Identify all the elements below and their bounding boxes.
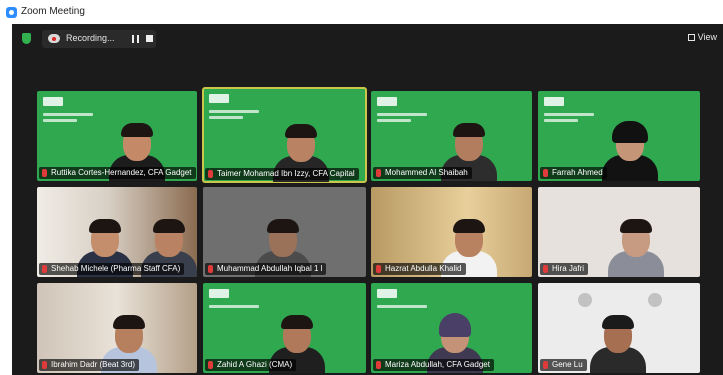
slide-logo — [209, 94, 229, 103]
participant-name: Taimer Mohamad Ibn Izzy, CFA Capital — [205, 168, 359, 180]
slide-text-line — [544, 119, 578, 122]
mic-muted-icon — [376, 361, 381, 369]
slide-logo — [377, 97, 397, 106]
participant-name: Mariza Abdullah, CFA Gadget — [373, 359, 494, 371]
meeting-topbar: Recording... View — [12, 24, 723, 54]
window-title: Zoom Meeting — [21, 6, 85, 17]
stop-recording-button[interactable] — [146, 35, 153, 42]
participant-name: Shehab Michele (Pharma Staff CFA) — [39, 263, 185, 275]
shield-icon[interactable] — [22, 33, 31, 44]
mic-muted-icon — [543, 265, 548, 273]
slide-text-line — [544, 113, 594, 116]
video-tile[interactable]: Farrah Ahmed — [538, 91, 700, 181]
participant-name: Mohammed Al Shaibah — [373, 167, 472, 179]
video-tile[interactable]: Ruttika Cortes-Hernandez, CFA Gadget — [37, 91, 197, 181]
mic-muted-icon — [42, 169, 47, 177]
slide-logo — [43, 97, 63, 106]
view-button[interactable]: View — [687, 32, 717, 42]
meeting-area: Recording... View Ruttika Cortes-Hernand… — [12, 24, 723, 375]
slide-text-line — [209, 305, 259, 308]
view-label: View — [697, 32, 717, 42]
grid-icon — [687, 34, 695, 41]
video-tile[interactable]: Taimer Mohamad Ibn Izzy, CFA Capital — [202, 87, 367, 183]
participant-video — [602, 121, 658, 181]
video-tile[interactable]: Muhammad Abdullah Iqbal 1 l — [203, 187, 366, 277]
slide-logo — [544, 97, 564, 106]
participant-name: Ibrahim Dadr (Beat 3rd) — [39, 359, 140, 371]
mic-muted-icon — [42, 265, 47, 273]
participant-video — [608, 213, 664, 277]
slide-text-line — [377, 305, 427, 308]
slide-text-line — [377, 113, 427, 116]
mic-muted-icon — [42, 361, 47, 369]
slide-logo — [377, 289, 397, 298]
participant-name: Muhammad Abdullah Iqbal 1 l — [205, 263, 327, 275]
video-tile[interactable]: Shehab Michele (Pharma Staff CFA) — [37, 187, 197, 277]
participant-name: Hira Jafri — [540, 263, 589, 275]
slide-text-line — [43, 113, 93, 116]
participant-name: Zahid A Ghazi (CMA) — [205, 359, 297, 371]
video-tile[interactable]: Hazrat Abdulla Khalid — [371, 187, 532, 277]
participant-video — [590, 315, 646, 373]
video-tile[interactable]: Ibrahim Dadr (Beat 3rd) — [37, 283, 197, 373]
mic-muted-icon — [543, 361, 548, 369]
video-tile[interactable]: Gene Lu — [538, 283, 700, 373]
recording-label: Recording... — [66, 33, 115, 43]
video-tile[interactable]: Zahid A Ghazi (CMA) — [203, 283, 366, 373]
participant-name: Hazrat Abdulla Khalid — [373, 263, 466, 275]
mic-muted-icon — [376, 265, 381, 273]
pause-recording-button[interactable] — [132, 35, 139, 43]
slide-text-line — [209, 110, 259, 113]
mic-muted-icon — [376, 169, 381, 177]
mic-muted-icon — [208, 361, 213, 369]
mic-muted-icon — [208, 170, 213, 178]
mic-muted-icon — [208, 265, 213, 273]
mic-muted-icon — [543, 169, 548, 177]
slide-text-line — [209, 116, 243, 119]
slide-logo — [209, 289, 229, 298]
banner-logo — [648, 293, 662, 307]
zoom-logo-icon — [6, 7, 17, 18]
participant-name: Farrah Ahmed — [540, 167, 607, 179]
cloud-record-icon — [48, 34, 60, 43]
slide-text-line — [43, 119, 77, 122]
video-tile[interactable]: Mohammed Al Shaibah — [371, 91, 532, 181]
participant-name: Gene Lu — [540, 359, 587, 371]
slide-text-line — [377, 119, 411, 122]
video-tile[interactable]: Mariza Abdullah, CFA Gadget — [371, 283, 532, 373]
banner-logo — [578, 293, 592, 307]
window-titlebar: Zoom Meeting — [0, 0, 723, 24]
recording-indicator: Recording... — [42, 30, 156, 48]
participant-name: Ruttika Cortes-Hernandez, CFA Gadget — [39, 167, 196, 179]
video-tile[interactable]: Hira Jafri — [538, 187, 700, 277]
